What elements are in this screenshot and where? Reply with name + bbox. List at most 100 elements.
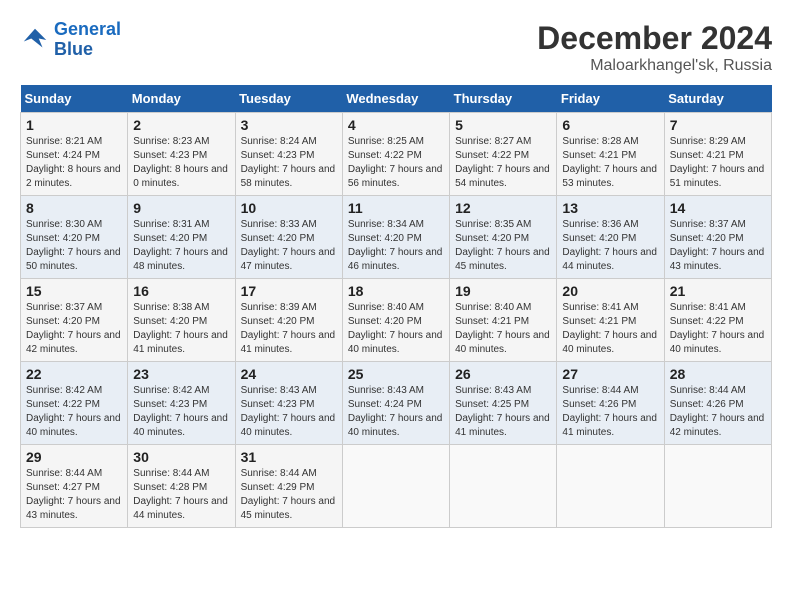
day-info: Sunrise: 8:31 AM Sunset: 4:20 PM Dayligh… <box>133 218 229 274</box>
day-number: 12 <box>455 200 551 216</box>
table-row: 6 Sunrise: 8:28 AM Sunset: 4:21 PM Dayli… <box>557 113 664 196</box>
table-row: 13 Sunrise: 8:36 AM Sunset: 4:20 PM Dayl… <box>557 196 664 279</box>
day-info: Sunrise: 8:41 AM Sunset: 4:21 PM Dayligh… <box>562 301 658 357</box>
empty-cell <box>664 445 771 528</box>
col-saturday: Saturday <box>664 85 771 113</box>
logo-icon <box>20 25 50 55</box>
day-number: 14 <box>670 200 766 216</box>
day-number: 1 <box>26 117 122 133</box>
empty-cell <box>450 445 557 528</box>
day-number: 6 <box>562 117 658 133</box>
table-row: 31 Sunrise: 8:44 AM Sunset: 4:29 PM Dayl… <box>235 445 342 528</box>
table-row: 21 Sunrise: 8:41 AM Sunset: 4:22 PM Dayl… <box>664 279 771 362</box>
table-row: 11 Sunrise: 8:34 AM Sunset: 4:20 PM Dayl… <box>342 196 449 279</box>
day-info: Sunrise: 8:35 AM Sunset: 4:20 PM Dayligh… <box>455 218 551 274</box>
day-info: Sunrise: 8:30 AM Sunset: 4:20 PM Dayligh… <box>26 218 122 274</box>
table-row: 23 Sunrise: 8:42 AM Sunset: 4:23 PM Dayl… <box>128 362 235 445</box>
logo: General Blue <box>20 20 121 60</box>
day-info: Sunrise: 8:36 AM Sunset: 4:20 PM Dayligh… <box>562 218 658 274</box>
table-row: 30 Sunrise: 8:44 AM Sunset: 4:28 PM Dayl… <box>128 445 235 528</box>
calendar-week-row: 15 Sunrise: 8:37 AM Sunset: 4:20 PM Dayl… <box>21 279 772 362</box>
table-row: 18 Sunrise: 8:40 AM Sunset: 4:20 PM Dayl… <box>342 279 449 362</box>
table-row: 1 Sunrise: 8:21 AM Sunset: 4:24 PM Dayli… <box>21 113 128 196</box>
day-number: 13 <box>562 200 658 216</box>
table-row: 14 Sunrise: 8:37 AM Sunset: 4:20 PM Dayl… <box>664 196 771 279</box>
table-row: 9 Sunrise: 8:31 AM Sunset: 4:20 PM Dayli… <box>128 196 235 279</box>
location-title: Maloarkhangel'sk, Russia <box>537 57 772 75</box>
logo-general: General <box>54 19 121 39</box>
table-row: 3 Sunrise: 8:24 AM Sunset: 4:23 PM Dayli… <box>235 113 342 196</box>
day-info: Sunrise: 8:43 AM Sunset: 4:25 PM Dayligh… <box>455 384 551 440</box>
calendar-header: Sunday Monday Tuesday Wednesday Thursday… <box>21 85 772 113</box>
day-number: 7 <box>670 117 766 133</box>
day-info: Sunrise: 8:42 AM Sunset: 4:22 PM Dayligh… <box>26 384 122 440</box>
day-number: 9 <box>133 200 229 216</box>
col-sunday: Sunday <box>21 85 128 113</box>
calendar-body: 1 Sunrise: 8:21 AM Sunset: 4:24 PM Dayli… <box>21 113 772 528</box>
day-number: 10 <box>241 200 337 216</box>
table-row: 5 Sunrise: 8:27 AM Sunset: 4:22 PM Dayli… <box>450 113 557 196</box>
day-number: 2 <box>133 117 229 133</box>
table-row: 4 Sunrise: 8:25 AM Sunset: 4:22 PM Dayli… <box>342 113 449 196</box>
table-row: 12 Sunrise: 8:35 AM Sunset: 4:20 PM Dayl… <box>450 196 557 279</box>
header-row: Sunday Monday Tuesday Wednesday Thursday… <box>21 85 772 113</box>
table-row: 8 Sunrise: 8:30 AM Sunset: 4:20 PM Dayli… <box>21 196 128 279</box>
table-row: 28 Sunrise: 8:44 AM Sunset: 4:26 PM Dayl… <box>664 362 771 445</box>
day-number: 16 <box>133 283 229 299</box>
day-info: Sunrise: 8:43 AM Sunset: 4:24 PM Dayligh… <box>348 384 444 440</box>
day-info: Sunrise: 8:44 AM Sunset: 4:27 PM Dayligh… <box>26 467 122 523</box>
day-info: Sunrise: 8:37 AM Sunset: 4:20 PM Dayligh… <box>26 301 122 357</box>
col-friday: Friday <box>557 85 664 113</box>
day-info: Sunrise: 8:38 AM Sunset: 4:20 PM Dayligh… <box>133 301 229 357</box>
day-number: 24 <box>241 366 337 382</box>
table-row: 15 Sunrise: 8:37 AM Sunset: 4:20 PM Dayl… <box>21 279 128 362</box>
day-number: 20 <box>562 283 658 299</box>
table-row: 2 Sunrise: 8:23 AM Sunset: 4:23 PM Dayli… <box>128 113 235 196</box>
table-row: 17 Sunrise: 8:39 AM Sunset: 4:20 PM Dayl… <box>235 279 342 362</box>
calendar-week-row: 1 Sunrise: 8:21 AM Sunset: 4:24 PM Dayli… <box>21 113 772 196</box>
day-number: 21 <box>670 283 766 299</box>
table-row: 24 Sunrise: 8:43 AM Sunset: 4:23 PM Dayl… <box>235 362 342 445</box>
day-number: 19 <box>455 283 551 299</box>
day-info: Sunrise: 8:29 AM Sunset: 4:21 PM Dayligh… <box>670 135 766 191</box>
day-info: Sunrise: 8:25 AM Sunset: 4:22 PM Dayligh… <box>348 135 444 191</box>
day-number: 25 <box>348 366 444 382</box>
table-row: 26 Sunrise: 8:43 AM Sunset: 4:25 PM Dayl… <box>450 362 557 445</box>
calendar-week-row: 8 Sunrise: 8:30 AM Sunset: 4:20 PM Dayli… <box>21 196 772 279</box>
day-number: 26 <box>455 366 551 382</box>
table-row: 16 Sunrise: 8:38 AM Sunset: 4:20 PM Dayl… <box>128 279 235 362</box>
table-row: 19 Sunrise: 8:40 AM Sunset: 4:21 PM Dayl… <box>450 279 557 362</box>
table-row: 29 Sunrise: 8:44 AM Sunset: 4:27 PM Dayl… <box>21 445 128 528</box>
day-info: Sunrise: 8:40 AM Sunset: 4:21 PM Dayligh… <box>455 301 551 357</box>
table-row: 10 Sunrise: 8:33 AM Sunset: 4:20 PM Dayl… <box>235 196 342 279</box>
day-number: 23 <box>133 366 229 382</box>
col-monday: Monday <box>128 85 235 113</box>
day-number: 18 <box>348 283 444 299</box>
col-wednesday: Wednesday <box>342 85 449 113</box>
col-thursday: Thursday <box>450 85 557 113</box>
day-number: 15 <box>26 283 122 299</box>
month-title: December 2024 <box>537 20 772 57</box>
day-info: Sunrise: 8:44 AM Sunset: 4:28 PM Dayligh… <box>133 467 229 523</box>
day-number: 29 <box>26 449 122 465</box>
day-info: Sunrise: 8:24 AM Sunset: 4:23 PM Dayligh… <box>241 135 337 191</box>
day-number: 28 <box>670 366 766 382</box>
day-number: 27 <box>562 366 658 382</box>
table-row: 27 Sunrise: 8:44 AM Sunset: 4:26 PM Dayl… <box>557 362 664 445</box>
day-info: Sunrise: 8:44 AM Sunset: 4:26 PM Dayligh… <box>562 384 658 440</box>
title-block: December 2024 Maloarkhangel'sk, Russia <box>537 20 772 75</box>
empty-cell <box>342 445 449 528</box>
day-number: 11 <box>348 200 444 216</box>
logo-blue: Blue <box>54 40 121 60</box>
day-number: 30 <box>133 449 229 465</box>
day-info: Sunrise: 8:41 AM Sunset: 4:22 PM Dayligh… <box>670 301 766 357</box>
logo-text: General Blue <box>54 20 121 60</box>
day-info: Sunrise: 8:23 AM Sunset: 4:23 PM Dayligh… <box>133 135 229 191</box>
day-number: 22 <box>26 366 122 382</box>
day-info: Sunrise: 8:33 AM Sunset: 4:20 PM Dayligh… <box>241 218 337 274</box>
empty-cell <box>557 445 664 528</box>
page-header: General Blue December 2024 Maloarkhangel… <box>20 20 772 75</box>
day-info: Sunrise: 8:27 AM Sunset: 4:22 PM Dayligh… <box>455 135 551 191</box>
day-info: Sunrise: 8:34 AM Sunset: 4:20 PM Dayligh… <box>348 218 444 274</box>
calendar-table: Sunday Monday Tuesday Wednesday Thursday… <box>20 85 772 528</box>
